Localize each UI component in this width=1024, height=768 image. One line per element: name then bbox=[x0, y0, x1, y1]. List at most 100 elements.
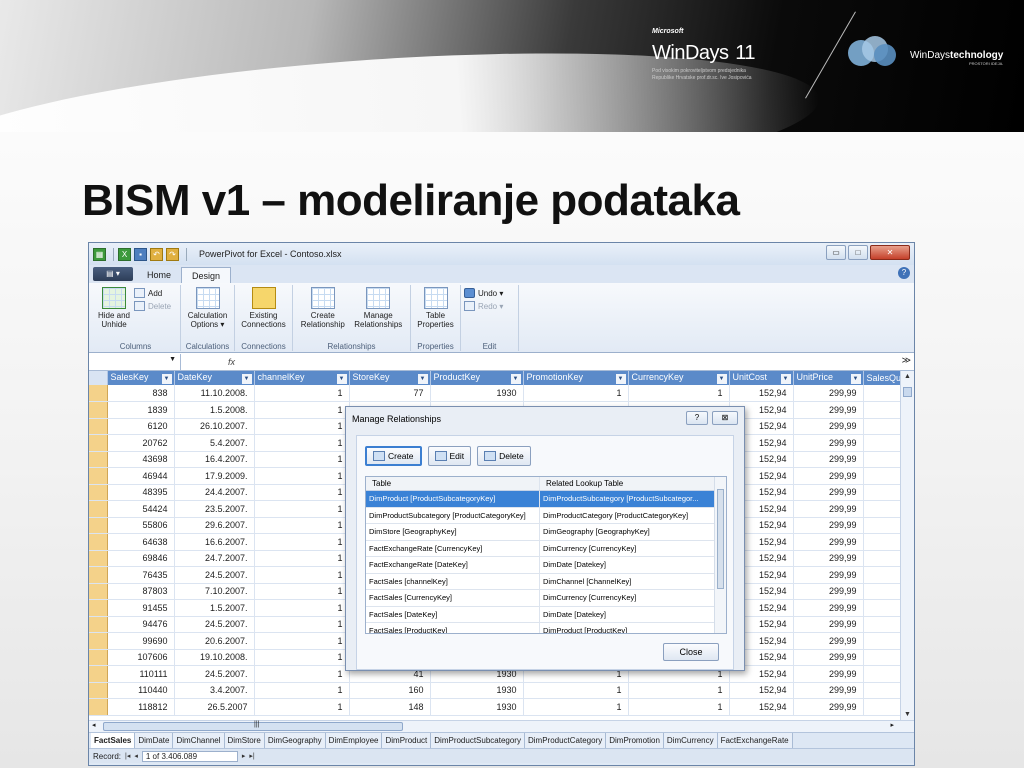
table-cell[interactable]: 1 bbox=[628, 385, 730, 402]
row-selector[interactable] bbox=[89, 599, 108, 617]
table-cell[interactable]: 1 bbox=[254, 583, 350, 600]
table-cell[interactable]: 1 bbox=[254, 698, 350, 716]
table-row[interactable]: 838 11.10.2008. 1 77 1930 1 1 152,94 299,99 bbox=[89, 385, 914, 402]
sheet-tab[interactable]: FactSales bbox=[91, 733, 136, 748]
table-cell[interactable]: 299,99 bbox=[793, 451, 864, 468]
filter-dropdown-icon[interactable]: ▼ bbox=[615, 374, 626, 384]
column-header[interactable]: ProductKey ▼ bbox=[430, 371, 524, 385]
table-cell[interactable]: 1 bbox=[254, 500, 350, 518]
table-cell[interactable]: 152,94 bbox=[729, 682, 794, 699]
table-cell[interactable]: 76435 bbox=[107, 566, 175, 584]
table-cell[interactable]: 1 bbox=[254, 566, 350, 584]
table-cell[interactable]: 26.10.2007. bbox=[174, 418, 255, 435]
table-cell[interactable]: 1839 bbox=[107, 401, 175, 419]
sheet-tab[interactable]: DimCurrency bbox=[663, 733, 718, 748]
next-record-icon[interactable]: ▸ bbox=[242, 752, 246, 760]
table-cell[interactable]: 1 bbox=[254, 682, 350, 699]
sheet-tab[interactable]: FactExchangeRate bbox=[717, 733, 793, 748]
redo-button[interactable]: Redo ▾ bbox=[464, 301, 503, 311]
table-cell[interactable]: 299,99 bbox=[793, 385, 864, 402]
column-header[interactable]: UnitPrice ▼ bbox=[793, 371, 864, 385]
table-cell[interactable]: 299,99 bbox=[793, 698, 864, 716]
powerpivot-icon[interactable]: ▦ bbox=[93, 247, 106, 261]
table-cell[interactable]: 110111 bbox=[107, 665, 175, 683]
filter-dropdown-icon[interactable]: ▼ bbox=[850, 374, 861, 384]
row-selector[interactable] bbox=[89, 566, 108, 584]
tab-design[interactable]: Design bbox=[181, 267, 232, 283]
scroll-up-icon[interactable]: ▲ bbox=[904, 373, 911, 380]
table-cell[interactable]: 24.5.2007. bbox=[174, 566, 255, 584]
vertical-scroll-thumb[interactable] bbox=[903, 387, 912, 397]
save-icon[interactable]: ▪ bbox=[134, 247, 147, 261]
table-cell[interactable]: 11.10.2008. bbox=[174, 385, 255, 402]
column-header-table[interactable]: Table bbox=[366, 477, 540, 490]
table-cell[interactable]: 1 bbox=[254, 649, 350, 666]
select-all-corner[interactable] bbox=[89, 371, 108, 385]
table-cell[interactable]: 1.5.2008. bbox=[174, 401, 255, 419]
table-cell[interactable]: 1 bbox=[628, 682, 730, 699]
table-cell[interactable]: 299,99 bbox=[793, 616, 864, 633]
tab-home[interactable]: Home bbox=[137, 267, 181, 283]
table-cell[interactable]: 1.5.2007. bbox=[174, 599, 255, 617]
table-cell[interactable]: 20762 bbox=[107, 434, 175, 452]
previous-record-icon[interactable]: ◂ bbox=[134, 752, 138, 760]
table-cell[interactable]: 55806 bbox=[107, 517, 175, 534]
table-cell[interactable]: 48395 bbox=[107, 484, 175, 501]
row-selector[interactable] bbox=[89, 418, 108, 435]
create-button[interactable]: Create bbox=[365, 446, 422, 466]
row-selector[interactable] bbox=[89, 517, 108, 534]
table-cell[interactable]: 24.7.2007. bbox=[174, 550, 255, 567]
excel-icon[interactable]: X bbox=[118, 247, 131, 261]
table-cell[interactable]: 299,99 bbox=[793, 467, 864, 485]
filter-dropdown-icon[interactable]: ▼ bbox=[336, 374, 347, 384]
sheet-tab[interactable]: DimEmployee bbox=[325, 733, 383, 748]
column-header[interactable]: DateKey ▼ bbox=[174, 371, 255, 385]
column-header-lookup[interactable]: Related Lookup Table bbox=[540, 477, 714, 490]
table-cell[interactable]: 1 bbox=[254, 665, 350, 683]
relationship-row[interactable]: DimStore [GeographyKey] DimGeography [Geo… bbox=[366, 524, 726, 541]
filter-dropdown-icon[interactable]: ▼ bbox=[780, 374, 791, 384]
table-cell[interactable]: 299,99 bbox=[793, 583, 864, 600]
row-selector[interactable] bbox=[89, 467, 108, 485]
table-cell[interactable]: 1 bbox=[254, 517, 350, 534]
relationship-row[interactable]: FactSales [DateKey] DimDate [Datekey] bbox=[366, 606, 726, 623]
sheet-tab[interactable]: DimProductCategory bbox=[524, 733, 607, 748]
table-cell[interactable]: 26.5.2007 bbox=[174, 698, 255, 716]
file-menu-button[interactable]: ▤ ▾ bbox=[93, 267, 133, 281]
table-cell[interactable]: 299,99 bbox=[793, 434, 864, 452]
row-selector[interactable] bbox=[89, 649, 108, 666]
table-cell[interactable]: 7.10.2007. bbox=[174, 583, 255, 600]
table-cell[interactable]: 110440 bbox=[107, 682, 175, 699]
filter-dropdown-icon[interactable]: ▼ bbox=[510, 374, 521, 384]
table-cell[interactable]: 64638 bbox=[107, 533, 175, 551]
table-cell[interactable]: 91455 bbox=[107, 599, 175, 617]
sheet-tab[interactable]: DimGeography bbox=[264, 733, 326, 748]
table-cell[interactable]: 77 bbox=[349, 385, 431, 402]
table-cell[interactable]: 16.4.2007. bbox=[174, 451, 255, 468]
table-cell[interactable]: 148 bbox=[349, 698, 431, 716]
table-cell[interactable]: 152,94 bbox=[729, 385, 794, 402]
table-cell[interactable]: 299,99 bbox=[793, 418, 864, 435]
last-record-icon[interactable]: ▸| bbox=[249, 752, 254, 760]
table-cell[interactable]: 43698 bbox=[107, 451, 175, 468]
column-header[interactable]: StoreKey ▼ bbox=[349, 371, 431, 385]
table-cell[interactable]: 299,99 bbox=[793, 550, 864, 567]
table-cell[interactable]: 299,99 bbox=[793, 517, 864, 534]
first-record-icon[interactable]: |◂ bbox=[125, 752, 130, 760]
table-cell[interactable]: 1 bbox=[254, 467, 350, 485]
row-selector[interactable] bbox=[89, 401, 108, 419]
table-cell[interactable]: 152,94 bbox=[729, 698, 794, 716]
scroll-left-icon[interactable]: ◂ bbox=[92, 721, 96, 729]
delete-column-button[interactable]: Delete bbox=[134, 301, 171, 311]
table-cell[interactable]: 299,99 bbox=[793, 649, 864, 666]
row-selector[interactable] bbox=[89, 533, 108, 551]
table-cell[interactable]: 1 bbox=[254, 632, 350, 650]
table-cell[interactable]: 1 bbox=[254, 451, 350, 468]
row-selector[interactable] bbox=[89, 665, 108, 683]
table-cell[interactable]: 1 bbox=[523, 385, 629, 402]
table-cell[interactable]: 1 bbox=[254, 599, 350, 617]
column-header[interactable]: SalesKey ▼ bbox=[107, 371, 175, 385]
delete-button[interactable]: Delete bbox=[477, 446, 531, 466]
table-row[interactable]: 110440 3.4.2007. 1 160 1930 1 1 152,94 299,99 bbox=[89, 682, 914, 699]
row-selector[interactable] bbox=[89, 500, 108, 518]
